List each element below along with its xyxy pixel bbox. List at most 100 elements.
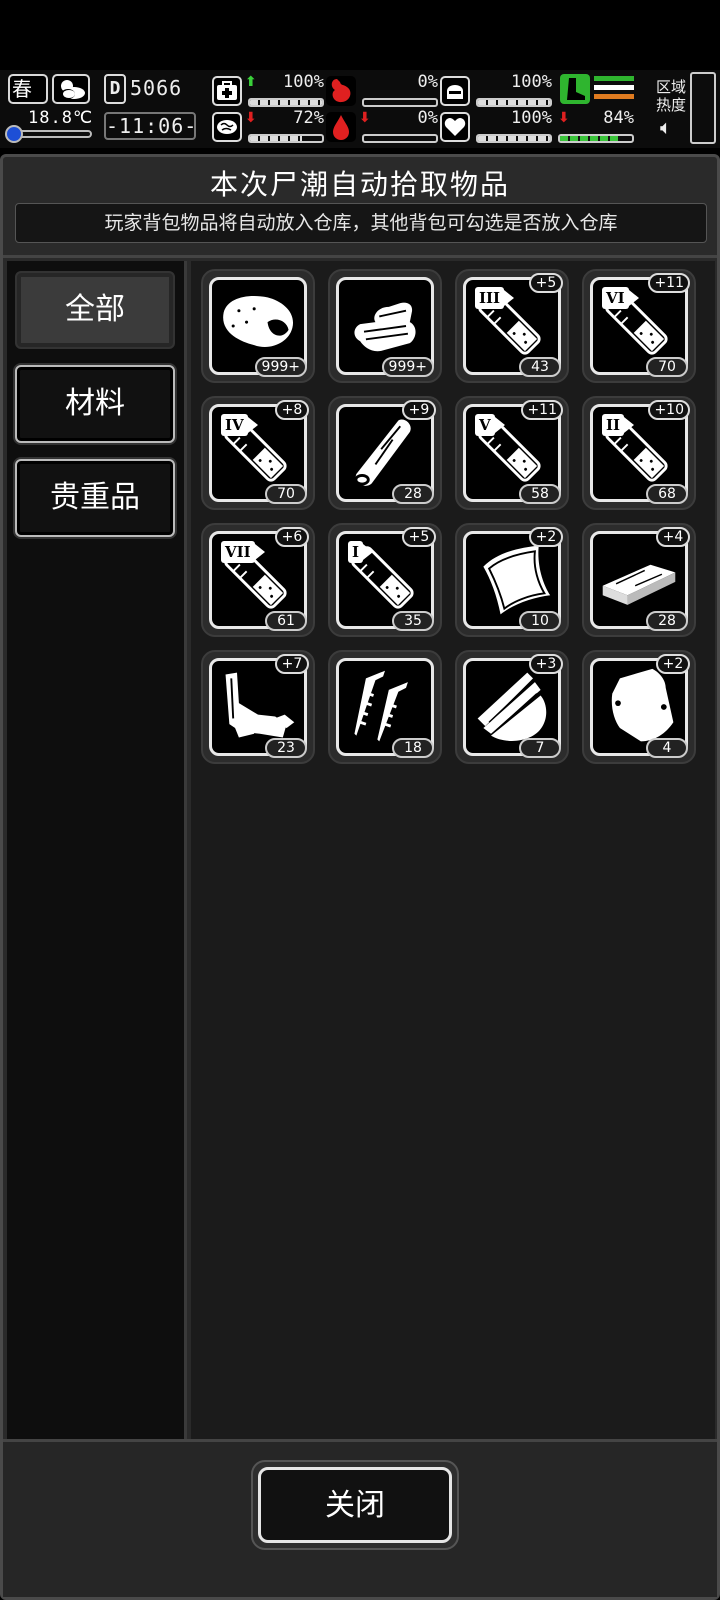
item-count: 43 [519,357,561,377]
armor-value: 100% [511,72,552,92]
hunger-stat: 0% [326,72,438,108]
item-slot[interactable]: V +11 58 [455,396,569,510]
item-gain-badge: +7 [275,654,309,674]
divider [3,255,717,258]
item-tier-label: I [348,541,374,563]
item-count: 7 [519,738,561,758]
stamina-bar [248,134,324,143]
item-count: 999+ [254,357,307,377]
energy-value: 84% [603,108,634,128]
thermometer-icon [5,125,23,143]
close-button[interactable]: 关闭 [251,1460,459,1550]
item-slot[interactable]: III +5 43 [455,269,569,383]
panel-footer: 关闭 [3,1439,717,1597]
item-slot[interactable]: 18 [328,650,442,764]
item-gain-badge: +5 [402,527,436,547]
tab-all[interactable]: 全部 [15,271,175,349]
tab-valuables[interactable]: 贵重品 [15,459,175,537]
trend-down-icon: ⬇ [359,110,371,126]
category-sidebar: 全部 材料 贵重品 [7,261,187,1481]
auto-loot-panel: 本次尸潮自动拾取物品 玩家背包物品将自动放入仓库，其他背包可勾选是否放入仓库 全… [0,154,720,1600]
clock-display: -11:06- [104,112,198,140]
item-count: 28 [646,611,688,631]
panel-subtitle: 玩家背包物品将自动放入仓库，其他背包可勾选是否放入仓库 [15,203,707,243]
item-count: 58 [519,484,561,504]
energy-bar [558,134,634,143]
item-slot[interactable]: 999+ [328,269,442,383]
heart-icon [440,112,470,142]
health-bar [248,98,324,107]
item-count: 10 [519,611,561,631]
armor-bar [476,98,552,107]
item-tier-label: VI [602,287,639,309]
day-number: 5066 [130,76,183,100]
item-count: 23 [265,738,307,758]
item-count: 28 [392,484,434,504]
item-gain-badge: +2 [656,654,690,674]
item-gain-badge: +10 [648,400,690,420]
trend-up-icon: ⬆ [245,74,257,90]
item-count: 70 [646,357,688,377]
item-slot[interactable]: +3 7 [455,650,569,764]
item-slot[interactable]: I +5 35 [328,523,442,637]
item-slot[interactable]: +9 28 [328,396,442,510]
hunger-value: 0% [417,72,438,92]
status-bar: 春 18.8℃ D 5066 -11:06- ⬆ 100% 0% 100% ⬇ [0,70,720,148]
thirst-stat: ⬇ 0% [326,108,438,144]
thirst-bar [362,134,438,143]
medkit-icon [212,76,242,106]
trend-down-icon: ⬇ [558,110,570,126]
item-count: 999+ [381,357,434,377]
season-label: 春 [12,77,32,101]
water-drop-icon [326,112,356,142]
item-slot[interactable]: +7 23 [201,650,315,764]
item-grid: 999+ 999+ III +5 43 VI +11 70 IV +8 70 +9 28 V +11 58 II… [191,261,715,1481]
region-label-line1: 区域 [656,78,687,96]
thirst-value: 0% [417,108,438,128]
item-tier-label: V [475,414,505,436]
day-label: D [104,74,126,104]
item-gain-badge: +3 [529,654,563,674]
brain-icon [212,112,242,142]
item-slot[interactable]: IV +8 70 [201,396,315,510]
item-gain-badge: +11 [521,400,563,420]
helmet-icon [440,76,470,106]
item-gain-badge: +4 [656,527,690,547]
item-gain-badge: +8 [275,400,309,420]
hunger-bar [362,98,438,107]
item-gain-badge: +9 [402,400,436,420]
tab-materials[interactable]: 材料 [15,365,175,443]
item-slot[interactable]: +4 28 [582,523,696,637]
item-slot[interactable]: 999+ [201,269,315,383]
item-tier-label: III [475,287,515,309]
item-slot[interactable]: VII +6 61 [201,523,315,637]
speaker-icon[interactable]: 🔈︎ [660,115,672,139]
region-label-line2: 热度 [656,96,687,114]
energy-stat: ⬇ 84% [522,108,634,144]
item-count: 70 [265,484,307,504]
item-gain-badge: +2 [529,527,563,547]
trend-down-icon: ⬇ [245,110,257,126]
weather-icon [52,74,90,104]
close-button-label: 关闭 [258,1467,452,1543]
temperature-value: 18.8℃ [28,108,94,128]
health-value: 100% [283,72,324,92]
health-stat: ⬆ 100% [212,72,324,108]
item-tier-label: VII [221,541,265,563]
item-slot[interactable]: +2 10 [455,523,569,637]
season-indicator: 春 [8,74,48,104]
item-count: 61 [265,611,307,631]
item-slot[interactable]: +2 4 [582,650,696,764]
energy-level-bars [594,76,634,104]
region-heat-label: 区域 热度 [656,78,686,114]
stamina-value: 72% [293,108,324,128]
item-tier-label: IV [221,414,258,436]
stamina-stat: ⬇ 72% [212,108,324,144]
boot-icon [560,74,590,104]
item-slot[interactable]: VI +11 70 [582,269,696,383]
item-gain-badge: +11 [648,273,690,293]
stomach-icon [326,76,356,106]
item-count: 4 [646,738,688,758]
item-count: 18 [392,738,434,758]
item-slot[interactable]: II +10 68 [582,396,696,510]
